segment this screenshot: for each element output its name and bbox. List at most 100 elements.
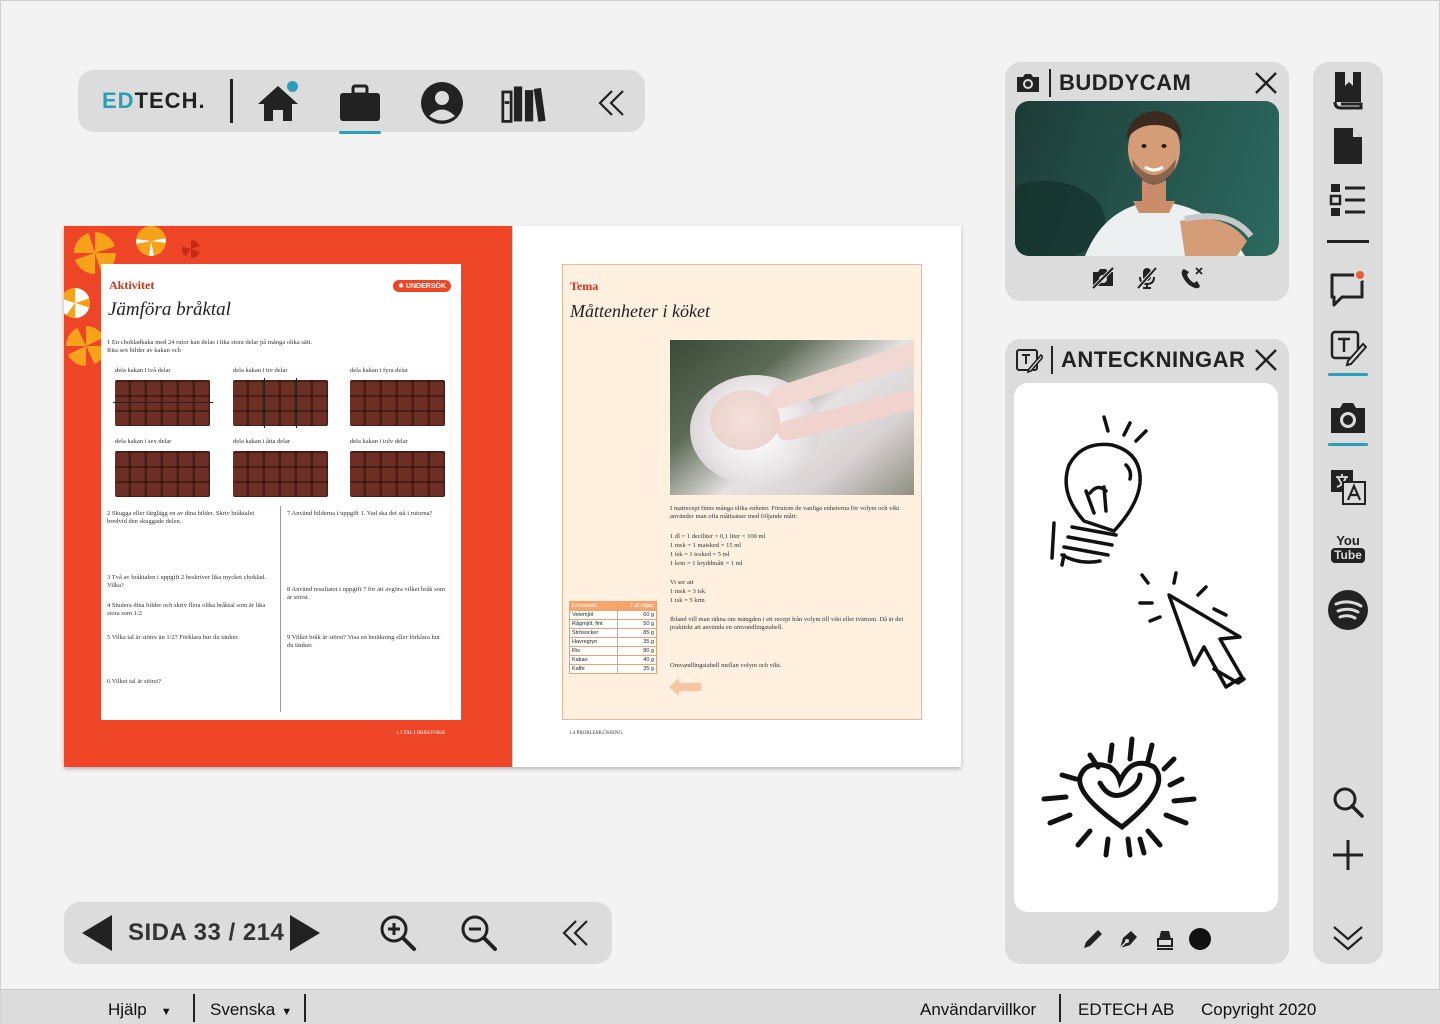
- buddycam-panel: BUDDYCAM: [1005, 62, 1289, 301]
- plus-icon[interactable]: [1326, 833, 1370, 877]
- color-dot-icon[interactable]: [1189, 928, 1211, 950]
- home-icon[interactable]: [255, 80, 301, 126]
- question-2: 2 Skugga eller färglägg en av dina bilde…: [107, 510, 255, 525]
- decor-fan: [182, 240, 200, 258]
- brand-logo[interactable]: EDTECH.: [102, 88, 206, 114]
- toolbar-divider: [1327, 240, 1369, 243]
- activity-sheet: Aktivitet ✱ UNDERSÖK Jämföra bråktal 1 E…: [101, 264, 461, 720]
- home-notification-dot: [287, 81, 298, 92]
- bookmark-book-icon[interactable]: [1326, 68, 1370, 112]
- camera-off-icon[interactable]: [1091, 266, 1115, 290]
- spotify-icon[interactable]: [1326, 588, 1370, 632]
- youtube-tube: Tube: [1331, 547, 1365, 563]
- collapse-icon[interactable]: [588, 80, 634, 126]
- pen-icon[interactable]: [1117, 927, 1141, 951]
- decor-fan: [136, 226, 166, 256]
- page-navigation: SIDA 33 / 214: [64, 902, 612, 964]
- question-3: 3 Två av bråktalen i uppgift 2 beskriver…: [107, 574, 266, 589]
- theme-title: Måttenheter i köket: [570, 301, 710, 321]
- company-name: EDTECH AB: [1078, 1000, 1175, 1019]
- activity-title: Jämföra bråktal: [108, 299, 231, 320]
- chevron-down-icon: ▼: [160, 1006, 172, 1018]
- question-8: 8 Använd resultatet i uppgift 7 för att …: [287, 586, 445, 601]
- notes-edit-icon: [1016, 349, 1043, 373]
- we-see-line: 1 msk = 3 tsk: [670, 588, 706, 595]
- theme-intro: I matrecept finns många olika enheter. F…: [670, 505, 900, 520]
- notes-header: ANTECKNINGAR: [1015, 345, 1245, 375]
- chevron-down-icon: ▼: [281, 1006, 293, 1018]
- buddycam-header: BUDDYCAM: [1015, 68, 1191, 98]
- chocolate-bar: [113, 380, 213, 426]
- pencil-icon[interactable]: [1081, 927, 1105, 951]
- zoom-out-icon[interactable]: [458, 912, 500, 954]
- bar-label: dela kakan i tolv delar: [350, 438, 408, 445]
- table-caption: Omvandlingstabell mellan volym och vikt.: [670, 662, 782, 669]
- heart-doodle: [1041, 736, 1197, 858]
- translate-icon[interactable]: [1326, 465, 1370, 509]
- bar-label: dela kakan i fyra delar: [350, 367, 409, 374]
- notes-icon[interactable]: [1326, 326, 1370, 376]
- question-9: 9 Vilket bråk är störst? Visa en beräkni…: [287, 634, 441, 649]
- measuring-spoons-photo: [670, 340, 914, 495]
- search-icon[interactable]: [1326, 780, 1370, 824]
- unit-line: 1 msk = 1 matsked = 15 ml: [670, 542, 742, 549]
- document-icon[interactable]: [1326, 124, 1370, 168]
- side-toolbar: You Tube: [1313, 62, 1383, 964]
- zoom-in-icon[interactable]: [377, 912, 419, 954]
- collapse-pager-icon[interactable]: [554, 912, 596, 954]
- header-divider: [1051, 346, 1053, 374]
- end-call-icon[interactable]: [1179, 266, 1205, 290]
- footer-bar: Hjälp ▼ Svenska ▼ Användarvillkor EDTECH A…: [1, 989, 1440, 1024]
- buddy-video-feed[interactable]: [1015, 101, 1279, 256]
- notes-title: ANTECKNINGAR: [1061, 347, 1246, 372]
- chocolate-bar: [350, 451, 445, 497]
- camera-icon[interactable]: [1326, 396, 1370, 446]
- bar-label: dela kakan i tre delar: [233, 367, 288, 374]
- conversion-text: Ibland vill man räkna om mängden i ett r…: [670, 616, 904, 631]
- expand-down-icon[interactable]: [1326, 916, 1370, 960]
- language-select[interactable]: Svenska ▼: [210, 1000, 292, 1020]
- notes-panel: ANTECKNINGAR: [1005, 339, 1289, 964]
- mic-off-icon[interactable]: [1135, 266, 1159, 290]
- help-menu[interactable]: Hjälp ▼: [108, 1000, 172, 1020]
- library-icon[interactable]: [501, 80, 547, 126]
- chocolate-bar: [233, 378, 328, 428]
- brand-divider: [229, 79, 233, 123]
- previous-page-icon[interactable]: [76, 912, 118, 954]
- arrow-left-icon: [669, 678, 701, 696]
- close-icon[interactable]: [1253, 70, 1279, 96]
- decor-fan: [64, 288, 90, 318]
- lightbulb-doodle: [1050, 415, 1148, 567]
- chocolate-bar: [115, 451, 210, 497]
- top-navigation: EDTECH.: [78, 70, 645, 134]
- briefcase-icon[interactable]: [337, 80, 383, 134]
- bar-label: dela kakan i två delar: [115, 367, 171, 374]
- bar-label: dela kakan i åtta delar: [233, 438, 291, 445]
- language-label: Svenska: [210, 1000, 276, 1019]
- activity-kicker: Aktivitet: [109, 278, 155, 292]
- close-icon[interactable]: [1253, 347, 1279, 373]
- doodles: [1041, 415, 1246, 858]
- chat-icon[interactable]: [1326, 265, 1370, 309]
- explore-badge: ✱ UNDERSÖK: [393, 280, 451, 292]
- theme-kicker: Tema: [570, 279, 599, 293]
- user-icon[interactable]: [419, 80, 465, 126]
- question-5: 5 Vilka tal är större än 1/2? Förklara h…: [107, 634, 239, 641]
- list-icon[interactable]: [1326, 178, 1370, 222]
- unit-line: 1 tsk = 1 tesked = 5 ml: [670, 551, 730, 558]
- unit-line: 1 krm = 1 kryddmått = 1 ml: [670, 560, 743, 567]
- question-7: 7 Använd bilderna i uppgift 1. Vad ska d…: [287, 510, 433, 517]
- youtube-you: You: [1336, 532, 1360, 548]
- buddy-portrait: [1015, 111, 1254, 256]
- page-indicator: SIDA 33 / 214: [128, 919, 285, 946]
- book-spread: Aktivitet ✱ UNDERSÖK Jämföra bråktal 1 E…: [64, 226, 961, 767]
- book-page-left: Aktivitet ✱ UNDERSÖK Jämföra bråktal 1 E…: [64, 226, 512, 767]
- drawing-canvas[interactable]: [1014, 383, 1278, 912]
- highlighter-icon[interactable]: [1153, 927, 1177, 951]
- page-footer-left: 1.3 TAL I BRÅKFORM: [396, 731, 445, 736]
- terms-link[interactable]: Användarvillkor: [920, 1000, 1036, 1020]
- buddycam-title: BUDDYCAM: [1059, 70, 1192, 95]
- next-page-icon[interactable]: [284, 912, 326, 954]
- cursor-doodle: [1138, 571, 1246, 689]
- youtube-icon[interactable]: You Tube: [1326, 526, 1370, 570]
